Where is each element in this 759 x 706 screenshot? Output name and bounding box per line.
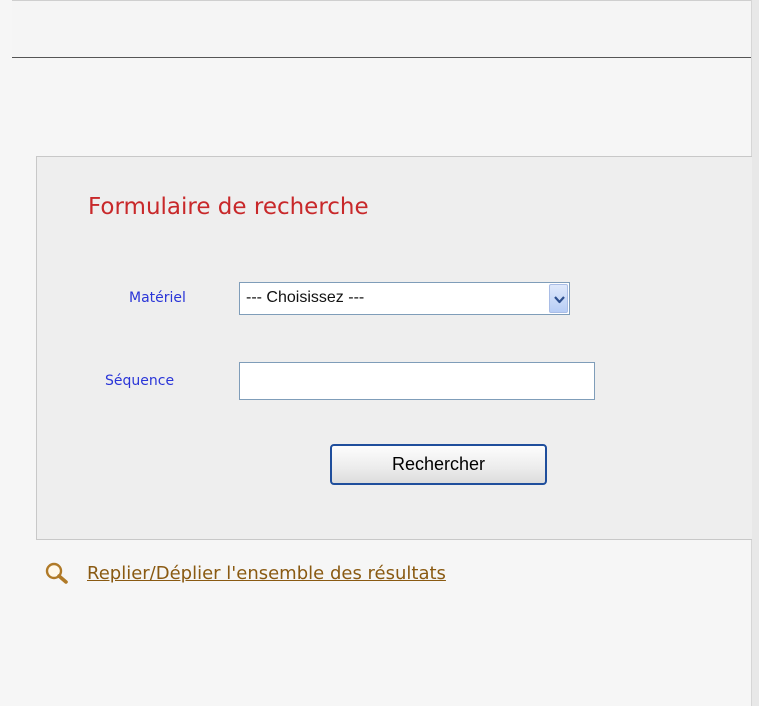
toggle-results-link[interactable]: Replier/Déplier l'ensemble des résultats xyxy=(87,563,446,584)
sequence-input[interactable] xyxy=(239,362,595,400)
materiel-selected-value: --- Choisissez --- xyxy=(246,289,365,306)
magnifier-icon[interactable] xyxy=(44,561,71,585)
chevron-down-icon xyxy=(554,296,565,304)
search-form-title: Formulaire de recherche xyxy=(88,194,369,220)
materiel-dropdown-button[interactable] xyxy=(549,284,568,313)
materiel-select[interactable]: --- Choisissez --- xyxy=(239,282,570,315)
magnifier-icon-graphic xyxy=(45,562,68,584)
sequence-label: Séquence xyxy=(105,373,175,389)
search-button[interactable]: Rechercher xyxy=(330,444,547,485)
page: Formulaire de recherche Matériel --- Cho… xyxy=(0,0,759,706)
search-form-panel: Formulaire de recherche Matériel --- Cho… xyxy=(36,156,752,540)
header-band xyxy=(12,0,751,58)
right-edge-strip xyxy=(751,0,759,706)
materiel-label: Matériel xyxy=(129,290,186,306)
header-divider xyxy=(12,57,751,58)
toggle-results[interactable]: Replier/Déplier l'ensemble des résultats xyxy=(44,560,446,586)
